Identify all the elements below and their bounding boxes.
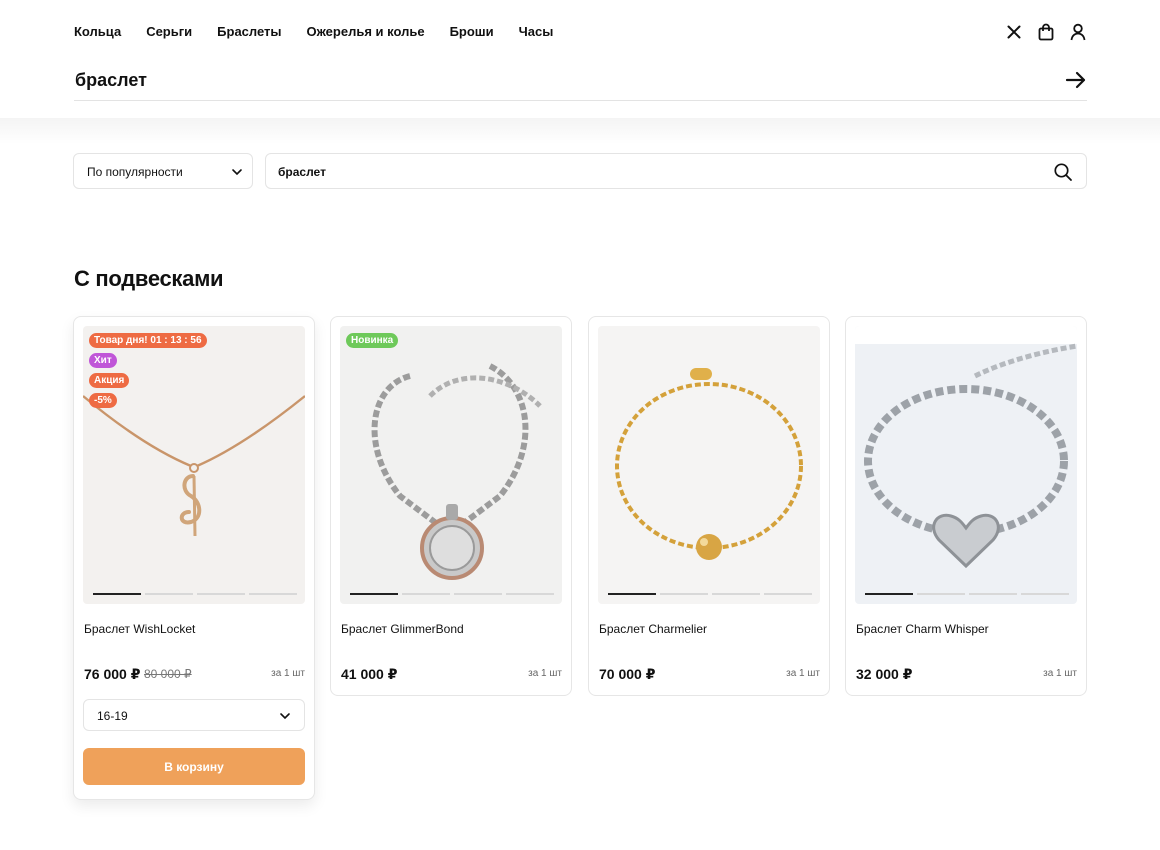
badge-list: Новинка	[346, 333, 399, 348]
search-icon[interactable]	[1053, 162, 1073, 182]
product-image[interactable]	[598, 326, 820, 604]
size-select[interactable]: 16-19	[83, 699, 305, 731]
badge-list: Товар дня! 01 : 13 : 56 Хит Акция -5%	[89, 333, 207, 408]
section-title: С подвесками	[74, 266, 224, 291]
product-card[interactable]: Новинка Браслет GlimmerBond 41 000 ₽ за …	[330, 316, 572, 696]
nav-item-bracelets[interactable]: Браслеты	[217, 24, 281, 40]
arrow-right-icon[interactable]	[1065, 69, 1087, 91]
header-actions	[1004, 22, 1088, 42]
product-name[interactable]: Браслет WishLocket	[84, 622, 195, 636]
nav-item-brooches[interactable]: Броши	[450, 24, 494, 40]
image-pager[interactable]	[865, 593, 1069, 595]
product-card[interactable]: Товар дня! 01 : 13 : 56 Хит Акция -5% Бр…	[73, 316, 315, 800]
new-badge: Новинка	[346, 333, 399, 348]
product-price: 70 000 ₽	[599, 666, 656, 682]
image-pager[interactable]	[608, 593, 812, 595]
sale-badge: Акция	[89, 373, 130, 388]
product-price: 76 000 ₽	[84, 666, 141, 682]
deal-of-day-badge: Товар дня! 01 : 13 : 56	[89, 333, 207, 348]
hit-badge: Хит	[89, 353, 117, 368]
product-price: 41 000 ₽	[341, 666, 398, 682]
header-search-query[interactable]: браслет	[75, 70, 147, 91]
product-card[interactable]: Браслет Charm Whisper 32 000 ₽ за 1 шт	[845, 316, 1087, 696]
search-input[interactable]	[278, 162, 1038, 182]
nav-item-watches[interactable]: Часы	[519, 24, 554, 40]
price-unit: за 1 шт	[271, 668, 305, 679]
nav-item-necklaces[interactable]: Ожерелья и колье	[307, 24, 425, 40]
chevron-down-icon	[280, 713, 290, 720]
product-name[interactable]: Браслет Charmelier	[599, 622, 707, 636]
image-pager[interactable]	[93, 593, 297, 595]
product-image[interactable]: Товар дня! 01 : 13 : 56 Хит Акция -5%	[83, 326, 305, 604]
nav-item-earrings[interactable]: Серьги	[146, 24, 192, 40]
bag-icon[interactable]	[1036, 22, 1056, 42]
price-unit: за 1 шт	[1043, 668, 1077, 679]
chevron-down-icon	[232, 169, 242, 176]
product-image[interactable]	[855, 326, 1077, 604]
nav-item-rings[interactable]: Кольца	[74, 24, 121, 40]
category-nav: Кольца Серьги Браслеты Ожерелья и колье …	[74, 24, 578, 40]
product-old-price: 80 000 ₽	[144, 667, 192, 681]
product-name[interactable]: Браслет GlimmerBond	[341, 622, 464, 636]
header: Кольца Серьги Браслеты Ожерелья и колье …	[0, 0, 1160, 118]
price-unit: за 1 шт	[528, 668, 562, 679]
add-to-cart-button[interactable]: В корзину	[83, 748, 305, 785]
close-icon[interactable]	[1004, 22, 1024, 42]
filter-search	[265, 153, 1087, 189]
sort-select[interactable]: По популярности	[73, 153, 253, 189]
product-image[interactable]: Новинка	[340, 326, 562, 604]
size-select-value: 16-19	[97, 709, 128, 723]
header-search[interactable]: браслет	[74, 60, 1087, 101]
user-icon[interactable]	[1068, 22, 1088, 42]
sort-select-value: По популярности	[87, 165, 183, 179]
discount-badge: -5%	[89, 393, 117, 408]
product-name[interactable]: Браслет Charm Whisper	[856, 622, 989, 636]
header-shadow	[0, 118, 1160, 144]
image-pager[interactable]	[350, 593, 554, 595]
product-card[interactable]: Браслет Charmelier 70 000 ₽ за 1 шт	[588, 316, 830, 696]
price-unit: за 1 шт	[786, 668, 820, 679]
product-price: 32 000 ₽	[856, 666, 913, 682]
